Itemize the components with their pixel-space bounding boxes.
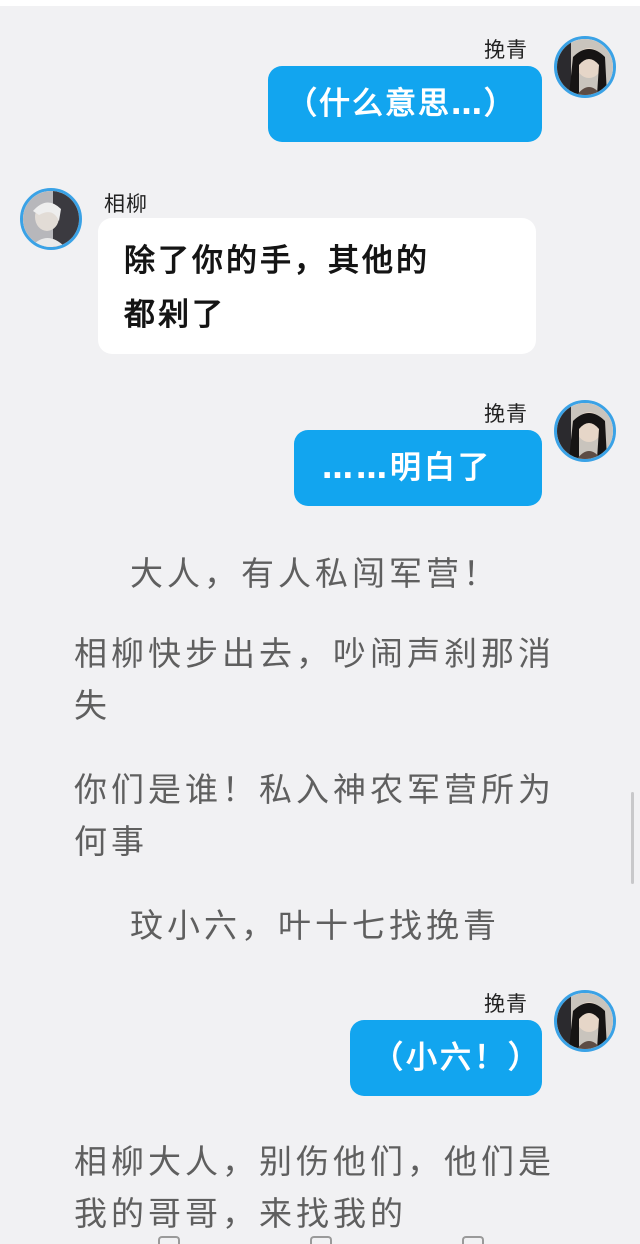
avatar[interactable] <box>554 990 616 1052</box>
sender-name: 相柳 <box>104 192 148 216</box>
portrait-woman-icon <box>557 993 613 1049</box>
message-line: 都剁了 <box>124 297 226 333</box>
portrait-woman-icon <box>557 39 613 95</box>
nav-menu-icon[interactable] <box>158 1236 180 1244</box>
portrait-man-icon <box>23 191 79 247</box>
nav-home-icon[interactable] <box>310 1236 332 1244</box>
narration-line: 玟小六，叶十七找挽青 <box>130 906 500 945</box>
status-bar <box>0 0 640 6</box>
narration-paragraph: 你们是谁！私入神农军营所为何事 <box>74 770 555 861</box>
message-bubble: 除了你的手，其他的 都剁了 <box>98 218 536 354</box>
message-bubble: （什么意思…） <box>268 66 542 142</box>
message-line: 除了你的手，其他的 <box>124 243 430 279</box>
sender-name: 挽青 <box>484 38 528 62</box>
message-bubble: ……明白了 <box>294 430 542 506</box>
portrait-woman-icon <box>557 403 613 459</box>
narration-paragraph: 相柳大人，别伤他们，他们是我的哥哥，来找我的 <box>74 1142 555 1233</box>
avatar[interactable] <box>554 36 616 98</box>
sender-name: 挽青 <box>484 402 528 426</box>
sender-name: 挽青 <box>484 992 528 1016</box>
message-bubble: （小六！） <box>350 1020 542 1096</box>
scrollbar[interactable] <box>631 792 634 884</box>
avatar[interactable] <box>20 188 82 250</box>
narration-line: 大人，有人私闯军营！ <box>130 554 500 593</box>
narration-paragraph: 相柳快步出去，吵闹声刹那消失 <box>74 634 555 725</box>
avatar[interactable] <box>554 400 616 462</box>
nav-back-icon[interactable] <box>462 1236 484 1244</box>
